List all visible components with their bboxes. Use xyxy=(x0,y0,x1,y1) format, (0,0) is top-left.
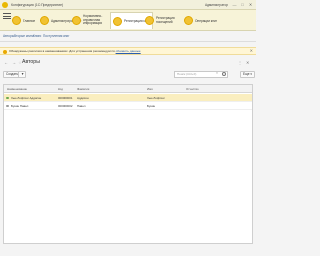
page-title: Авторы xyxy=(22,59,40,65)
home-icon xyxy=(12,16,21,25)
more-button[interactable]: Еще ▾ xyxy=(240,71,255,78)
section-visit-registration[interactable]: Регистрация посещений xyxy=(145,12,180,29)
section-label: Операции книг xyxy=(195,18,217,23)
cell-name: Хью Лофтинг Аддисон xyxy=(11,95,42,100)
cell-code: 000000001 xyxy=(58,95,73,100)
cell-surname: Аддисон xyxy=(77,95,89,100)
warning-icon xyxy=(3,49,7,54)
back-arrow-icon[interactable]: ← xyxy=(3,60,9,65)
authors-list[interactable]: Наименование Код Фамилия Имя Отчество Хь… xyxy=(3,84,253,244)
main-menu-icon[interactable] xyxy=(3,13,11,19)
section-label: Регистрация посещений xyxy=(156,15,175,24)
section-commands: Авторы Вторые книги Книги Поступления кн… xyxy=(0,31,256,42)
cell-code: 000000002 xyxy=(58,103,73,108)
window-title: Конфигурация (1С:Предприятие) xyxy=(11,3,64,7)
section-main[interactable]: Главное xyxy=(12,12,35,29)
window-titlebar: Конфигурация (1С:Предприятие) Администра… xyxy=(0,0,256,10)
form-header: ← → ☆ Авторы ⋮ ✕ xyxy=(0,58,256,68)
column-name[interactable]: Наименование xyxy=(7,87,27,91)
column-code[interactable]: Код xyxy=(58,87,63,91)
sections-panel: Главное Администрирование Нормативно-спр… xyxy=(0,10,256,31)
cell-first-name: Хью Лофтинг xyxy=(147,95,165,100)
app-logo-icon xyxy=(2,2,8,8)
command-book-receipts[interactable]: Поступления книг xyxy=(43,34,69,38)
clear-search-icon[interactable]: × xyxy=(216,71,218,75)
section-label: Нормативно-справочная информация xyxy=(83,14,103,26)
current-user[interactable]: Администратор xyxy=(205,1,228,9)
notification-message: Обнаружены различия в наименованиях. Для… xyxy=(9,49,115,53)
notification-link[interactable]: обновить данные xyxy=(116,49,141,53)
table-header: Наименование Код Фамилия Имя Отчество xyxy=(4,85,252,93)
settings-icon xyxy=(40,16,49,25)
table-row[interactable]: Хью Лофтинг Аддисон 000000001 Аддисон Хь… xyxy=(4,94,252,102)
section-label: Главное xyxy=(23,18,36,23)
maximize-icon[interactable]: □ xyxy=(240,2,245,7)
close-form-icon[interactable]: ✕ xyxy=(246,60,249,65)
cell-name: Бунин Павел xyxy=(11,103,29,108)
search-icon[interactable] xyxy=(222,72,226,76)
close-notification-icon[interactable]: ✕ xyxy=(250,48,253,53)
visits-icon xyxy=(145,16,154,25)
cell-surname: Павел xyxy=(77,103,86,108)
search-input[interactable]: Поиск (Ctrl+F) xyxy=(174,71,228,78)
filter-icon[interactable]: ▼ xyxy=(18,71,26,78)
section-reference[interactable]: Нормативно-справочная информация xyxy=(72,12,107,29)
table-row[interactable]: Бунин Павел 000000002 Павел Бунин xyxy=(4,102,252,110)
notification-bar: Обнаружены различия в наименованиях. Для… xyxy=(0,47,256,55)
command-second-books[interactable]: Вторые книги xyxy=(14,34,34,38)
column-first-name[interactable]: Имя xyxy=(147,87,153,91)
more-actions-icon[interactable]: ⋮ xyxy=(238,60,242,65)
row-status-icon xyxy=(6,104,9,107)
window-controls: — □ ✕ xyxy=(232,2,253,7)
notification-text: Обнаружены различия в наименованиях. Для… xyxy=(9,49,141,54)
cell-first-name: Бунин xyxy=(147,103,156,108)
books-icon xyxy=(113,16,122,26)
command-authors[interactable]: Авторы xyxy=(3,34,14,38)
operations-icon xyxy=(184,16,193,25)
column-surname[interactable]: Фамилия xyxy=(77,87,89,91)
reference-icon xyxy=(72,16,81,25)
column-patronymic[interactable]: Отчество xyxy=(186,87,199,91)
section-book-operations[interactable]: Операции книг xyxy=(184,12,217,29)
command-bar: Создать ▼ Поиск (Ctrl+F) × Еще ▾ xyxy=(0,70,256,80)
close-window-icon[interactable]: ✕ xyxy=(248,2,253,7)
minimize-icon[interactable]: — xyxy=(232,2,237,7)
command-books[interactable]: Книги xyxy=(33,34,41,38)
row-status-icon xyxy=(6,96,9,99)
